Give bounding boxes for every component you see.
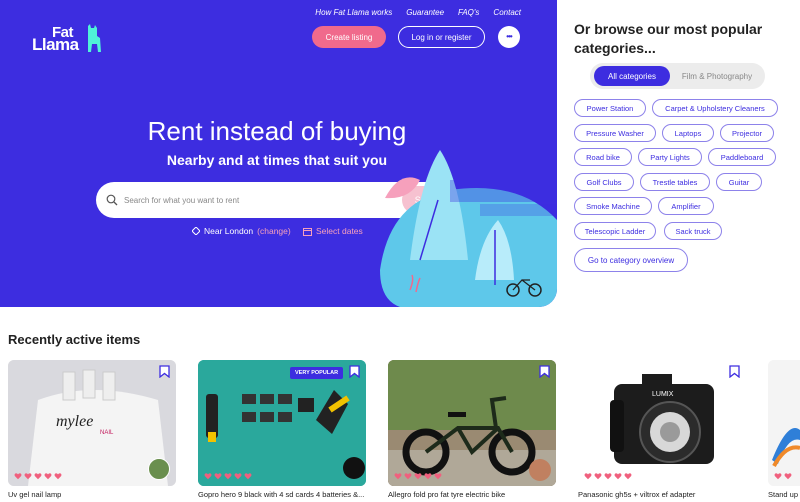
item-photo: LUMIX [578,360,746,486]
heart-icon [774,473,782,480]
category-chip[interactable]: Trestle tables [640,173,710,191]
category-chip[interactable]: Party Lights [638,148,702,166]
heart-icon [414,473,422,480]
category-chip[interactable]: Projector [720,124,774,142]
category-chip[interactable]: Sack truck [664,222,722,240]
rating-hearts [584,472,632,480]
mylee-brand-text: mylee [56,413,93,430]
rating-hearts [14,472,62,480]
logo-text-llama: Llama [32,35,79,54]
login-register-button[interactable]: Log in or register [398,26,485,48]
category-chip[interactable]: Road bike [574,148,632,166]
heart-icon [204,473,212,480]
heart-icon [214,473,222,480]
rating-hearts [774,472,792,480]
heart-icon [14,473,22,480]
category-chip[interactable]: Pressure Washer [574,124,656,142]
heart-icon [394,473,402,480]
bookmark-icon[interactable] [159,365,170,378]
category-overview-button[interactable]: Go to category overview [574,248,688,272]
browse-categories-title: Or browse our most popular categories... [574,21,763,56]
bookmark-icon[interactable] [539,365,550,378]
item-card[interactable] [388,360,556,486]
more-dots-icon: ••• [506,32,512,41]
heart-icon [434,473,442,480]
heart-icon [224,473,232,480]
location-pin-icon [192,227,200,235]
item-photo [388,360,556,486]
heart-icon [584,473,592,480]
item-card[interactable]: VERY POPULAR [198,360,366,486]
top-navigation: How Fat Llama works Guarantee FAQ's Cont… [315,8,521,17]
heart-icon [614,473,622,480]
item-photo [768,360,800,486]
more-menu-button[interactable]: ••• [498,26,520,48]
very-popular-badge: VERY POPULAR [290,367,344,379]
park-illustration [380,150,557,307]
tab-film-photography[interactable]: Film & Photography [672,66,762,86]
category-chip[interactable]: Carpet & Upholstery Cleaners [652,99,778,117]
select-dates-label: Select dates [316,226,363,236]
rating-hearts [394,472,442,480]
category-chip[interactable]: Laptops [662,124,714,142]
heart-icon [244,473,252,480]
location-change-link[interactable]: (change) [257,226,291,236]
create-listing-button[interactable]: Create listing [312,26,386,48]
item-title[interactable]: Stand up [768,490,800,499]
nav-how-it-works[interactable]: How Fat Llama works [315,8,392,17]
hero-banner: Fat Llama How Fat Llama works Guarantee … [0,0,557,307]
category-chip[interactable]: Paddleboard [708,148,776,166]
heart-icon [54,473,62,480]
item-title[interactable]: Allegro fold pro fat tyre electric bike [388,490,558,499]
heart-icon [34,473,42,480]
calendar-icon [303,227,312,236]
item-title[interactable]: Gopro hero 9 black with 4 sd cards 4 bat… [198,490,368,499]
heart-icon [404,473,412,480]
heart-icon [784,473,792,480]
item-card[interactable]: mylee NAIL [8,360,176,486]
category-chip[interactable]: Telescopic Ladder [574,222,656,240]
location-selector[interactable]: Near London (change) [192,226,291,236]
category-chip[interactable]: Smoke Machine [574,197,652,215]
tab-all-categories[interactable]: All categories [594,66,670,86]
owner-avatar [148,458,170,480]
bookmark-icon[interactable] [349,365,360,378]
hero-subtitle: Nearby and at times that suit you [166,152,388,168]
nav-contact[interactable]: Contact [493,8,521,17]
item-title[interactable]: Uv gel nail lamp [8,490,176,499]
item-card[interactable] [768,360,800,486]
category-chip[interactable]: Amplifier [658,197,714,215]
heart-icon [424,473,432,480]
item-card[interactable]: LUMIX [578,360,746,486]
category-chip[interactable]: Guitar [716,173,762,191]
select-dates[interactable]: Select dates [303,226,363,236]
heart-icon [24,473,32,480]
recent-items-title: Recently active items [8,332,141,347]
lumix-brand-text: LUMIX [652,391,674,398]
nav-guarantee[interactable]: Guarantee [406,8,444,17]
fat-llama-logo[interactable]: Fat Llama [32,22,104,58]
heart-icon [44,473,52,480]
heart-icon [594,473,602,480]
location-text: Near London [204,226,254,236]
heart-icon [624,473,632,480]
rating-hearts [204,472,252,480]
bookmark-icon[interactable] [729,365,740,378]
svg-text:NAIL: NAIL [100,430,114,436]
item-title[interactable]: Panasonic gh5s + viltrox ef adapter [578,490,748,499]
llama-icon [88,24,101,52]
nav-faqs[interactable]: FAQ's [458,8,479,17]
search-icon [106,194,118,206]
heart-icon [604,473,612,480]
heart-icon [234,473,242,480]
category-tabs: All categories Film & Photography [590,63,765,89]
hero-title: Rent instead of buying [147,116,407,146]
category-chip[interactable]: Golf Clubs [574,173,634,191]
category-chip[interactable]: Power Station [574,99,646,117]
